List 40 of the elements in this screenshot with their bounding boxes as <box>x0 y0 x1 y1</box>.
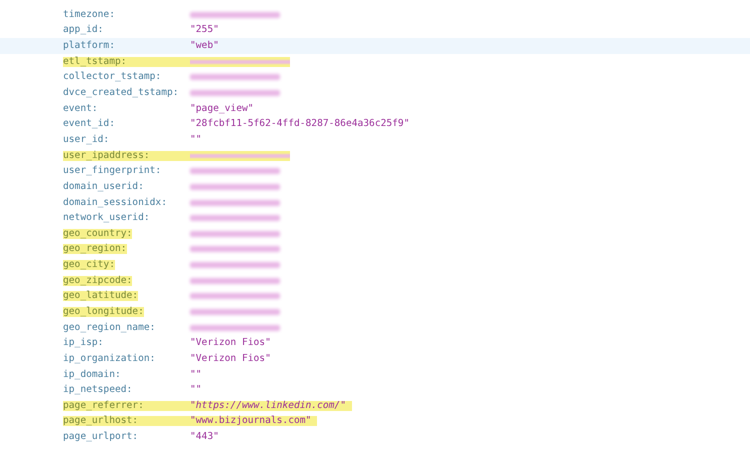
field-value: "" <box>190 134 202 145</box>
field-key: event: <box>63 104 98 114</box>
field-key: event_id: <box>63 119 115 130</box>
field-key: page_urlport: <box>63 432 138 442</box>
field-value: "" <box>190 385 202 396</box>
field-value: "www.bizjournals.com" <box>190 416 318 426</box>
field-key: domain_sessionidx: <box>63 198 167 208</box>
field-value: "28fcbf11-5f62-4ffd-8287-86e4a36c25f9" <box>190 119 410 130</box>
field-value: "Verizon Fios" <box>190 354 271 364</box>
field-value: "255" <box>190 25 219 36</box>
field-key: geo_country: <box>63 228 132 239</box>
field-key: etl_tstamp: <box>63 56 190 67</box>
field-key: geo_region: <box>63 244 127 254</box>
field-key: geo_latitude: <box>63 291 138 302</box>
field-key: collector_tstamp: <box>63 72 162 82</box>
field-value: "https://www.linkedin.com/" <box>190 400 352 411</box>
field-key: user_fingerprint: <box>63 166 162 176</box>
field-key: ip_isp: <box>63 338 104 348</box>
field-key: geo_zipcode: <box>63 276 132 286</box>
field-key: ip_domain: <box>63 370 121 380</box>
field-key: user_ipaddress: <box>63 150 190 161</box>
field-key: geo_region_name: <box>63 322 156 333</box>
field-value: "web" <box>190 41 219 52</box>
field-key: ip_organization: <box>63 354 156 364</box>
field-value: "" <box>190 370 202 380</box>
field-key: app_id: <box>63 25 104 36</box>
field-key: domain_userid: <box>63 182 144 192</box>
field-key: page_referrer: <box>63 400 190 411</box>
field-key: timezone: <box>63 10 115 20</box>
field-key: dvce_created_tstamp: <box>63 88 179 98</box>
field-key: geo_city: <box>63 260 115 270</box>
field-key: platform: <box>63 41 115 52</box>
field-value: "443" <box>190 432 219 442</box>
field-key: page_urlhost: <box>63 416 190 426</box>
field-key: user_id: <box>63 134 110 145</box>
field-value: "Verizon Fios" <box>190 338 271 348</box>
field-value: "page_view" <box>190 104 254 114</box>
field-key: network_userid: <box>63 213 150 224</box>
field-key: geo_longitude: <box>63 306 144 317</box>
field-key: ip_netspeed: <box>63 385 132 396</box>
